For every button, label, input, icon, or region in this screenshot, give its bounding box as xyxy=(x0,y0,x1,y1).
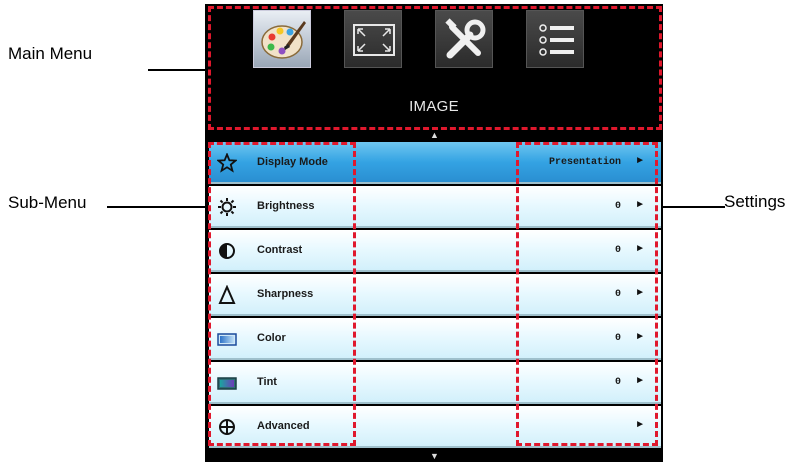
main-menu-callout: Main Menu xyxy=(8,44,93,63)
main-menu-highlight xyxy=(208,6,662,130)
sub-menu-leader-line xyxy=(107,206,209,208)
settings-leader-line xyxy=(655,206,725,208)
settings-callout: Settings xyxy=(724,192,786,211)
main-menu-leader-line xyxy=(148,69,208,71)
scroll-down-arrow[interactable]: ▼ xyxy=(430,451,439,461)
scroll-up-arrow[interactable]: ▲ xyxy=(430,130,439,140)
settings-highlight xyxy=(516,142,658,446)
sub-menu-highlight xyxy=(208,142,356,446)
sub-menu-callout: Sub-Menu xyxy=(8,193,87,212)
